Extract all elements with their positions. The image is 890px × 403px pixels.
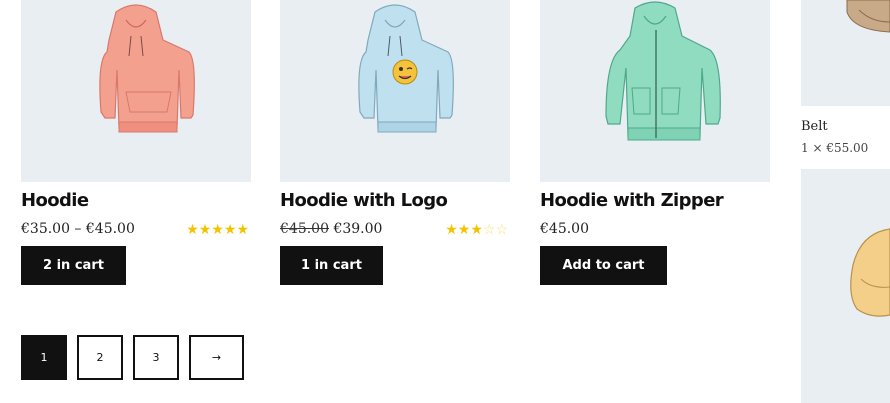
product-card-hoodie-with-zipper: Hoodie with Zipper €45.00 Add to cart xyxy=(540,0,770,285)
belt-illustration xyxy=(846,0,890,33)
star-icon: ★★★★★ xyxy=(186,221,249,237)
product-image-hoodie[interactable] xyxy=(21,0,251,182)
hoodie-logo-illustration xyxy=(358,4,454,133)
cap-illustration xyxy=(850,228,890,317)
product-price: €45.00 €39.00 xyxy=(280,221,382,237)
page-link-current[interactable]: 1 xyxy=(21,335,67,380)
page-link[interactable]: 3 xyxy=(133,335,179,380)
product-price: €45.00 xyxy=(540,221,589,237)
rating-stars: ★★★☆☆ xyxy=(445,221,508,238)
mini-cart: Belt 1 × €55.00 xyxy=(801,0,890,403)
star-empty-icon: ☆☆ xyxy=(482,221,508,237)
cart-button[interactable]: 2 in cart xyxy=(21,246,126,285)
cart-item-image-cap[interactable] xyxy=(801,169,890,403)
product-price: €35.00 – €45.00 xyxy=(21,221,135,237)
sale-price: €39.00 xyxy=(333,221,383,237)
next-page-arrow-icon[interactable]: → xyxy=(189,335,244,380)
cart-item-quantity: 1 × €55.00 xyxy=(801,141,869,155)
cart-item-image-belt[interactable] xyxy=(801,0,890,106)
old-price: €45.00 xyxy=(280,221,329,237)
hoodie-illustration xyxy=(99,4,195,133)
pagination: 1 2 3 → xyxy=(21,335,244,380)
product-image-hoodie-with-logo[interactable] xyxy=(280,0,510,182)
product-card-hoodie: Hoodie €35.00 – €45.00 ★★★★★ 2 in cart xyxy=(21,0,251,285)
hoodie-zipper-illustration xyxy=(605,1,721,141)
cart-item-name[interactable]: Belt xyxy=(801,119,828,134)
product-title[interactable]: Hoodie with Logo xyxy=(280,190,448,211)
cart-button[interactable]: 1 in cart xyxy=(280,246,383,285)
add-to-cart-button[interactable]: Add to cart xyxy=(540,246,667,285)
product-title[interactable]: Hoodie xyxy=(21,190,89,211)
product-title[interactable]: Hoodie with Zipper xyxy=(540,190,724,211)
star-icon: ★★★ xyxy=(445,221,483,237)
page-link[interactable]: 2 xyxy=(77,335,123,380)
product-image-hoodie-with-zipper[interactable] xyxy=(540,0,770,182)
rating-stars: ★★★★★ xyxy=(186,221,249,238)
product-card-hoodie-with-logo: Hoodie with Logo €45.00 €39.00 ★★★☆☆ 1 i… xyxy=(280,0,510,285)
